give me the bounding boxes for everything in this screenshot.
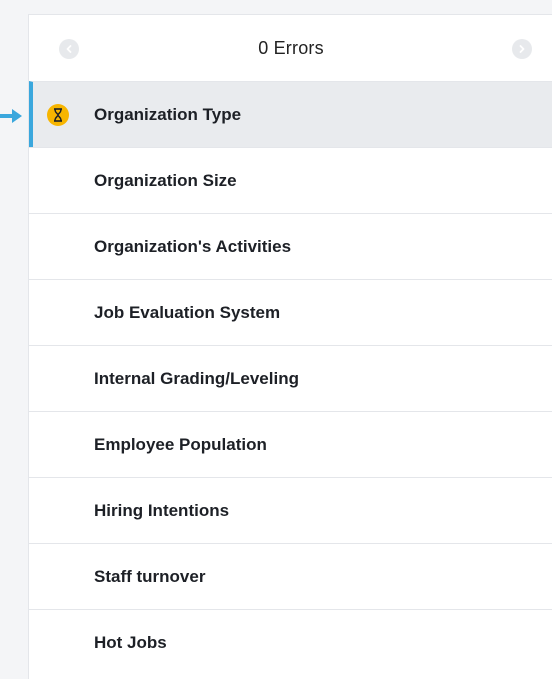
steps-panel: 0 Errors Organization Type Organization …: [28, 14, 552, 679]
chevron-right-icon: [519, 45, 525, 53]
step-organizations-activities[interactable]: Organization's Activities: [29, 213, 552, 279]
step-internal-grading-leveling[interactable]: Internal Grading/Leveling: [29, 345, 552, 411]
step-organization-size[interactable]: Organization Size: [29, 147, 552, 213]
step-job-evaluation-system[interactable]: Job Evaluation System: [29, 279, 552, 345]
step-label: Internal Grading/Leveling: [94, 368, 299, 388]
next-button[interactable]: [512, 39, 532, 59]
arrow-right-icon: [0, 109, 22, 123]
step-organization-type[interactable]: Organization Type: [29, 81, 552, 147]
step-label: Hiring Intentions: [94, 500, 230, 520]
step-label: Organization's Activities: [94, 236, 292, 256]
step-hiring-intentions[interactable]: Hiring Intentions: [29, 477, 552, 543]
step-label: Job Evaluation System: [94, 302, 281, 322]
step-staff-turnover[interactable]: Staff turnover: [29, 543, 552, 609]
step-label: Organization Size: [94, 170, 237, 190]
step-label: Employee Population: [94, 434, 267, 454]
step-hot-jobs[interactable]: Hot Jobs: [29, 609, 552, 675]
step-label: Staff turnover: [94, 566, 206, 586]
pending-status-badge: [47, 103, 69, 126]
prev-button[interactable]: [59, 39, 79, 59]
errors-header: 0 Errors: [29, 15, 552, 81]
step-employee-population[interactable]: Employee Population: [29, 411, 552, 477]
hourglass-icon: [54, 107, 62, 122]
step-label: Organization Type: [94, 104, 242, 124]
chevron-left-icon: [66, 45, 72, 53]
errors-count: 0 Errors: [258, 37, 324, 58]
step-label: Hot Jobs: [94, 632, 167, 652]
